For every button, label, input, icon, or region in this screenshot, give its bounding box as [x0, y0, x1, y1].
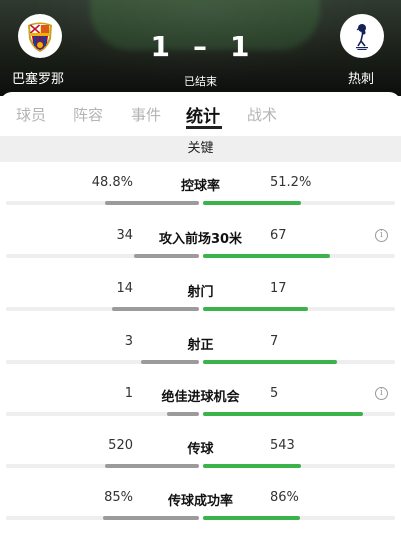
away-bar-track [203, 516, 395, 520]
away-bar-track [203, 464, 395, 468]
away-stat-value: 67 [270, 228, 287, 243]
stat-row-final-third-entries: 34 攻入前场30米 67 i [0, 228, 401, 278]
away-bar-fill [203, 360, 338, 364]
home-bar-fill [104, 464, 199, 468]
tab-events[interactable]: 事件 [131, 104, 161, 125]
stat-label: 绝佳进球机会 [161, 390, 240, 405]
active-tab-indicator [186, 126, 222, 129]
info-icon[interactable]: i [375, 387, 388, 400]
stat-row-shots: 14 射门 17 [0, 281, 401, 331]
tab-bar: 球员 阵容 事件 统计 战术 [0, 92, 401, 136]
match-status: 已结束 [184, 75, 217, 88]
home-bar-track [6, 201, 199, 205]
stat-row-shots-on-target: 3 射正 7 [0, 334, 401, 384]
home-bar-track [6, 516, 199, 520]
info-icon[interactable]: i [375, 229, 388, 242]
away-stat-value: 86% [270, 490, 299, 505]
stat-label: 射正 [187, 338, 214, 353]
away-bar-track [203, 201, 395, 205]
stat-label: 传球 [187, 442, 214, 457]
stat-label: 攻入前场30米 [158, 232, 243, 247]
away-stat-value: 7 [270, 334, 279, 349]
away-bar-fill [203, 412, 363, 416]
home-bar-track [6, 464, 199, 468]
scoreboard: 1–1 [0, 30, 401, 63]
away-stat-value: 17 [270, 281, 287, 296]
stat-label: 传球成功率 [167, 494, 233, 509]
stat-row-passes: 520 传球 543 [0, 438, 401, 488]
home-bar-fill [111, 307, 199, 311]
home-stat-value: 520 [108, 438, 133, 453]
home-bar-track [6, 307, 199, 311]
away-stat-value: 543 [270, 438, 295, 453]
home-stat-value: 34 [116, 228, 133, 243]
tab-tactics[interactable]: 战术 [247, 104, 277, 125]
stat-row-possession: 48.8% 控球率 51.2% [0, 175, 401, 225]
away-bar-track [203, 307, 395, 311]
away-stat-value: 5 [270, 386, 279, 401]
home-stat-value: 48.8% [91, 175, 133, 190]
home-bar-track [6, 412, 199, 416]
match-header: 巴塞罗那 热刺 1–1 已结束 [0, 0, 401, 96]
away-bar-track [203, 254, 395, 258]
home-bar-fill [166, 412, 199, 416]
away-bar-fill [203, 516, 300, 520]
stat-label: 射门 [187, 285, 214, 300]
home-stat-value: 1 [124, 386, 133, 401]
away-bar-fill [203, 201, 302, 205]
away-bar-track [203, 412, 395, 416]
home-bar-fill [133, 254, 199, 258]
home-bar-fill [103, 516, 199, 520]
stat-row-big-chances: 1 绝佳进球机会 5 i [0, 386, 401, 436]
home-score: 1 [150, 30, 171, 63]
home-bar-fill [104, 201, 199, 205]
score-separator: – [193, 30, 208, 63]
home-stat-value: 3 [124, 334, 133, 349]
away-bar-fill [203, 254, 331, 258]
away-bar-fill [203, 464, 302, 468]
away-bar-track [203, 360, 395, 364]
home-bar-track [6, 360, 199, 364]
away-score: 1 [230, 30, 251, 63]
home-bar-fill [141, 360, 199, 364]
home-stat-value: 14 [116, 281, 133, 296]
away-stat-value: 51.2% [270, 175, 312, 190]
tab-players[interactable]: 球员 [16, 104, 46, 125]
stat-row-pass-accuracy: 85% 传球成功率 86% [0, 490, 401, 540]
home-stat-value: 85% [104, 490, 133, 505]
tab-lineup[interactable]: 阵容 [73, 104, 103, 125]
stat-label: 控球率 [180, 179, 220, 194]
section-header-key: 关键 [0, 136, 401, 162]
tab-stats[interactable]: 统计 [186, 102, 220, 127]
home-bar-track [6, 254, 199, 258]
away-bar-fill [203, 307, 309, 311]
